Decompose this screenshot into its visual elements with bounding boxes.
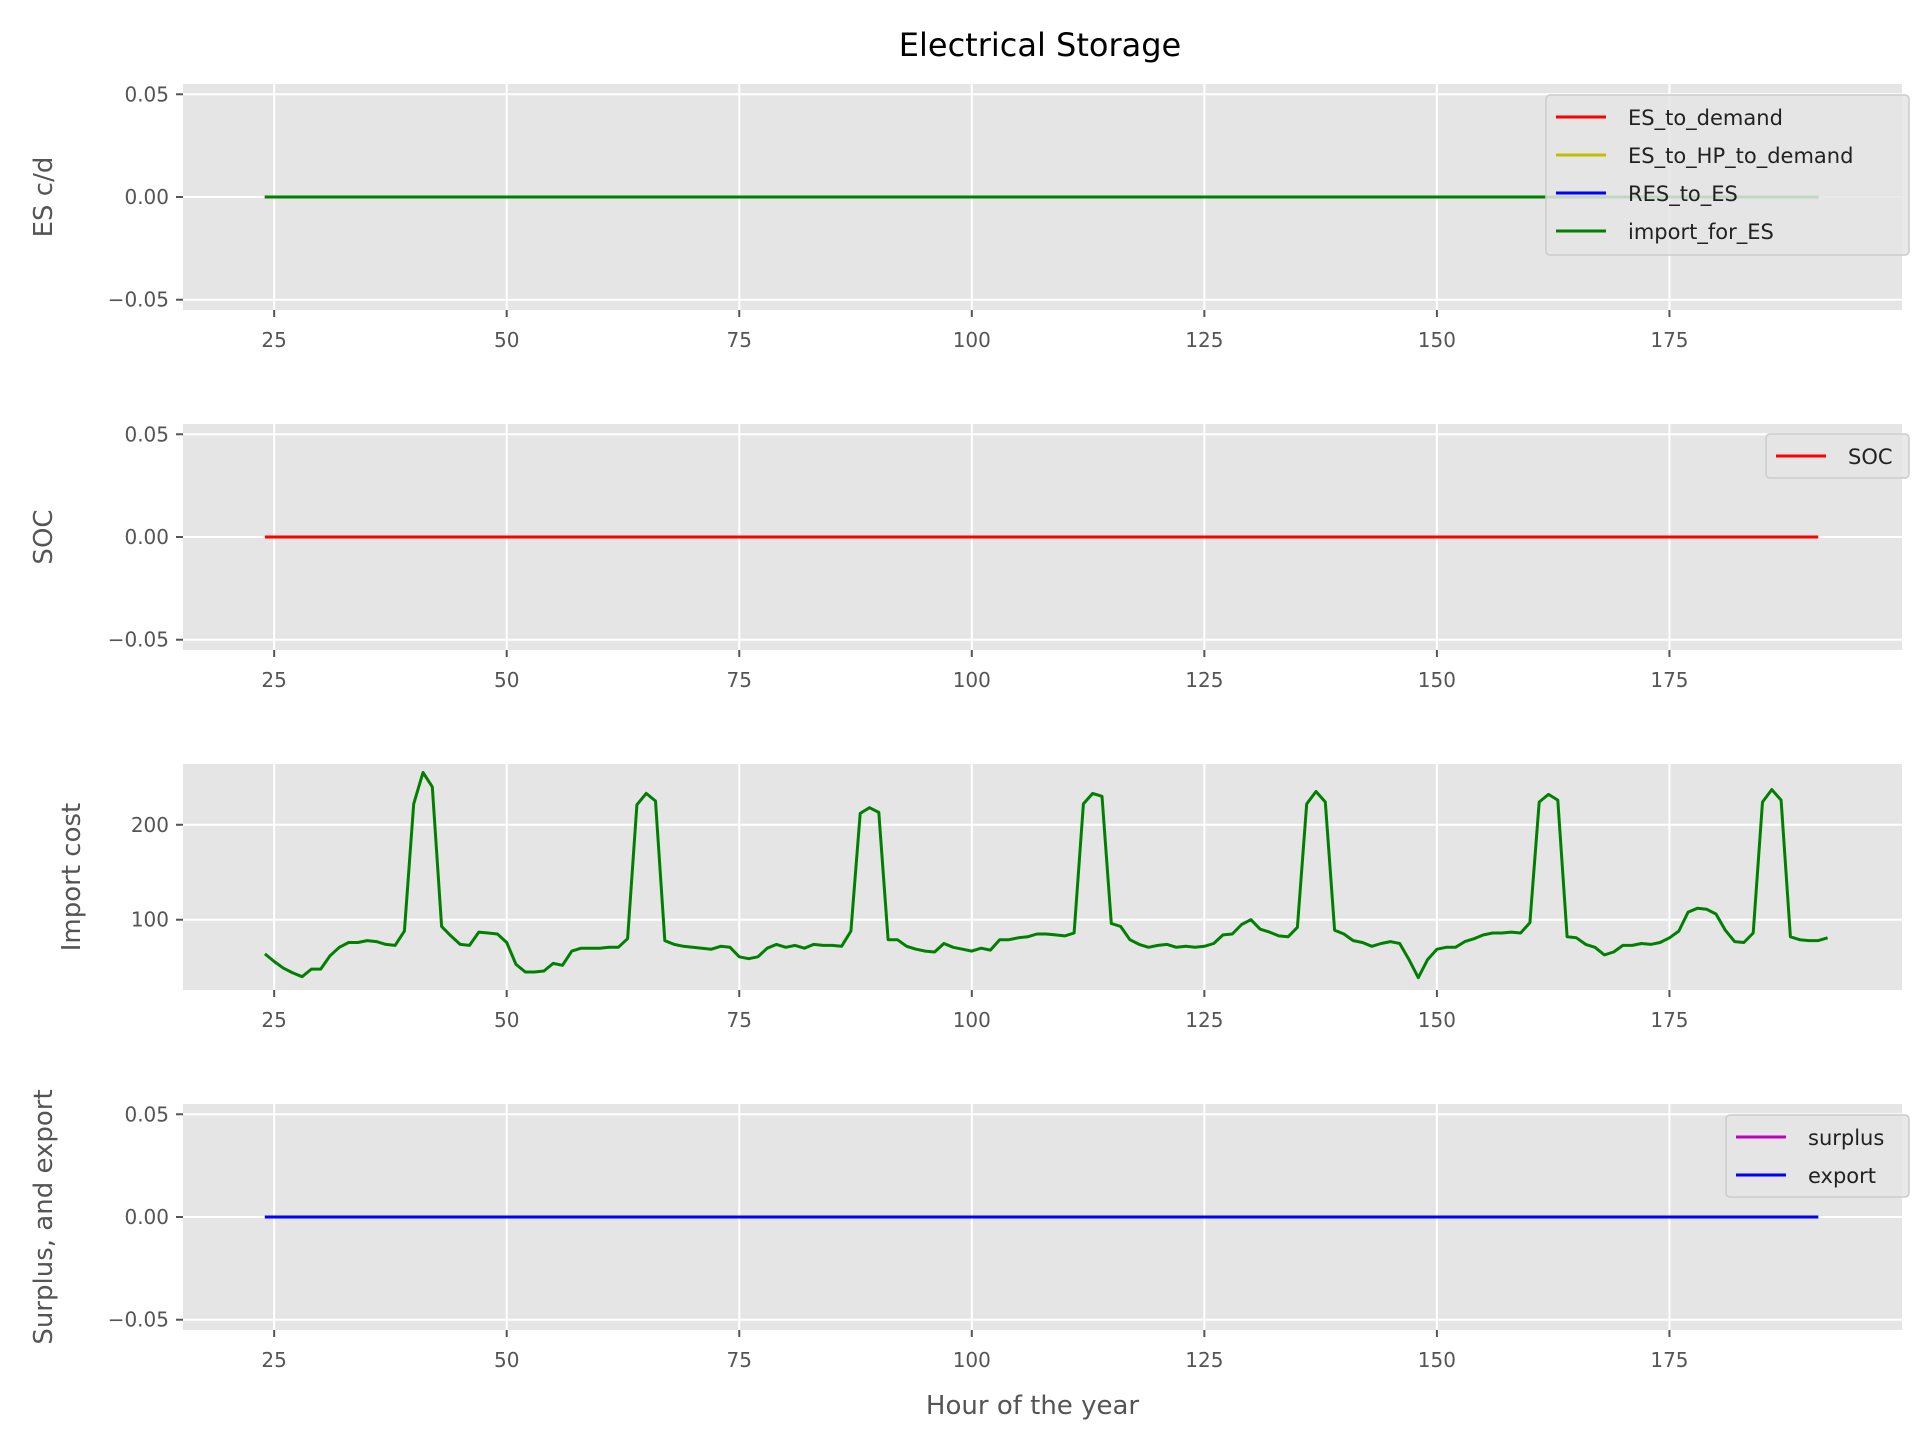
- subplot-1: 25 50 75 100 125 150 175 0.05 0.00 −0.05 ES c/d ES_…: [29, 82, 1910, 352]
- x-tick-label: 150: [1418, 668, 1456, 692]
- x-tick-label: 125: [1185, 668, 1223, 692]
- y-tick-label: −0.05: [108, 628, 169, 652]
- x-tick-label: 25: [261, 1008, 286, 1032]
- x-tick-label: 25: [261, 668, 286, 692]
- y-tick-label: 0.05: [124, 1102, 169, 1126]
- plot-area: [183, 764, 1902, 990]
- y-tick-label: 0.00: [124, 1205, 169, 1229]
- y-axis-label: SOC: [29, 509, 59, 564]
- x-tick-label: 75: [727, 1008, 752, 1032]
- legend-label: surplus: [1808, 1126, 1884, 1150]
- x-tick-label: 175: [1650, 668, 1688, 692]
- x-tick-label: 175: [1650, 1348, 1688, 1372]
- figure: Electrical Storage 25 50 75 100 125 150 175 0.0…: [0, 0, 1926, 1446]
- subplot-2: 25 50 75 100 125 150 175 0.05 0.00 −0.05 SOC SOC: [29, 422, 1910, 692]
- x-tick-label: 50: [494, 668, 519, 692]
- y-tick-label: 200: [131, 813, 169, 837]
- subplot-3: 25 50 75 100 125 150 175 200 100 Import cost: [57, 764, 1902, 1032]
- x-tick-label: 175: [1650, 328, 1688, 352]
- x-tick-label: 150: [1418, 1008, 1456, 1032]
- x-tick-label: 50: [494, 328, 519, 352]
- y-tick-label: −0.05: [108, 1308, 169, 1332]
- legend-label: RES_to_ES: [1628, 182, 1738, 207]
- x-tick-label: 150: [1418, 1348, 1456, 1372]
- x-tick-label: 150: [1418, 328, 1456, 352]
- x-tick-label: 75: [727, 328, 752, 352]
- x-tick-label: 125: [1185, 328, 1223, 352]
- legend: surplus export: [1725, 1114, 1910, 1198]
- legend-label: import_for_ES: [1628, 220, 1774, 245]
- y-tick-label: 0.00: [124, 525, 169, 549]
- x-tick-label: 175: [1650, 1008, 1688, 1032]
- x-tick-label: 75: [727, 668, 752, 692]
- x-tick-label: 50: [494, 1348, 519, 1372]
- x-tick-label: 75: [727, 1348, 752, 1372]
- legend: ES_to_demand ES_to_HP_to_demand RES_to_ESi…: [1545, 94, 1910, 256]
- x-axis-label: Hour of the year: [926, 1391, 1139, 1421]
- y-tick-label: −0.05: [108, 288, 169, 312]
- y-tick-label: 100: [131, 908, 169, 932]
- x-tick-label: 25: [261, 328, 286, 352]
- x-tick-label: 25: [261, 1348, 286, 1372]
- y-axis-label: Surplus, and export: [29, 1089, 59, 1344]
- y-axis-label: ES c/d: [29, 157, 59, 238]
- x-tick-label: 100: [953, 328, 991, 352]
- legend-label: ES_to_demand: [1628, 106, 1783, 131]
- x-tick-label: 100: [953, 1348, 991, 1372]
- y-tick-label: 0.05: [124, 422, 169, 446]
- legend-label: SOC: [1848, 445, 1893, 469]
- y-tick-label: 0.00: [124, 185, 169, 209]
- y-tick-label: 0.05: [124, 82, 169, 106]
- y-axis-label: Import cost: [57, 803, 87, 952]
- chart-figure: Electrical Storage 25 50 75 100 125 150 175 0.0…: [29, 26, 1910, 1421]
- chart-title: Electrical Storage: [899, 26, 1181, 64]
- legend-label: export: [1808, 1164, 1876, 1188]
- legend-label: ES_to_HP_to_demand: [1628, 144, 1853, 169]
- subplot-4: 25 50 75 100 125 150 175 0.05 0.00 −0.05 Surplus, …: [29, 1089, 1910, 1421]
- x-tick-label: 50: [494, 1008, 519, 1032]
- x-tick-label: 125: [1185, 1348, 1223, 1372]
- legend: SOC: [1765, 433, 1910, 479]
- x-tick-label: 125: [1185, 1008, 1223, 1032]
- x-tick-label: 100: [953, 668, 991, 692]
- x-tick-label: 100: [953, 1008, 991, 1032]
